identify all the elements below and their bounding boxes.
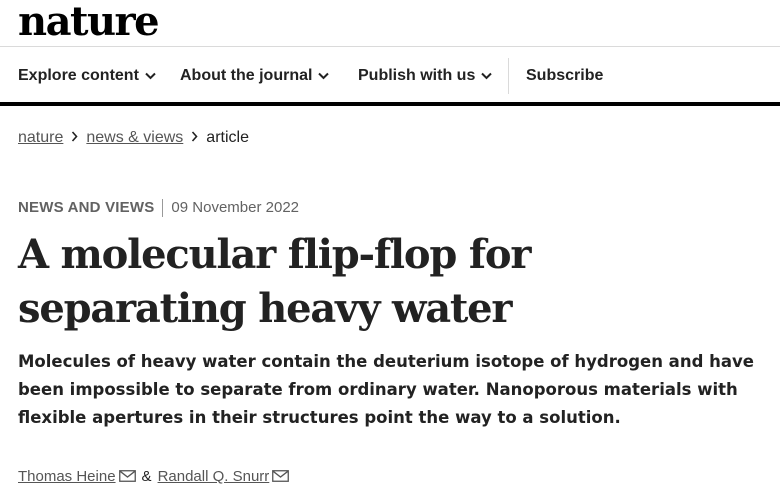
breadcrumb: nature news & views article: [18, 127, 249, 149]
nav-publish-with-us[interactable]: Publish with us: [358, 58, 493, 94]
breadcrumb-nature[interactable]: nature: [18, 129, 63, 146]
author-joiner: &: [141, 468, 152, 485]
nature-logo[interactable]: nature: [18, 0, 160, 44]
author-link[interactable]: Randall Q. Snurr: [158, 468, 270, 485]
header-divider: [0, 46, 780, 47]
article-title: A molecular flip-flop for separating hea…: [18, 231, 531, 332]
publish-date: 09 November 2022: [171, 199, 300, 216]
article-type: NEWS AND VIEWS: [18, 199, 155, 216]
breadcrumb-current: article: [206, 129, 249, 147]
chevron-down-icon: [318, 58, 330, 94]
chevron-right-icon: [71, 127, 78, 149]
breadcrumb-news-views[interactable]: news & views: [86, 129, 183, 146]
nav-explore-content-label: Explore content: [18, 67, 139, 85]
article-standfirst: Molecules of heavy water contain the deu…: [18, 352, 754, 427]
mail-icon[interactable]: [118, 467, 136, 489]
mail-icon[interactable]: [272, 467, 290, 489]
meta-divider: [162, 199, 164, 218]
nav-explore-content[interactable]: Explore content: [18, 58, 156, 94]
nav-about-journal-label: About the journal: [180, 67, 313, 85]
author-list: Thomas Heine & Randall Q. Snurr: [18, 466, 290, 489]
chevron-right-icon: [191, 127, 198, 149]
article-meta: NEWS AND VIEWS 09 November 2022: [18, 197, 299, 219]
nav-about-journal[interactable]: About the journal: [180, 58, 330, 94]
nav-divider: [508, 58, 509, 94]
chevron-down-icon: [145, 58, 156, 94]
author-link[interactable]: Thomas Heine: [18, 468, 116, 485]
chevron-down-icon: [481, 58, 493, 94]
main-nav: Explore content About the journal Publis…: [0, 58, 780, 94]
nav-rule: [0, 102, 780, 106]
subscribe-link[interactable]: Subscribe: [526, 58, 603, 94]
nav-publish-with-us-label: Publish with us: [358, 67, 476, 85]
